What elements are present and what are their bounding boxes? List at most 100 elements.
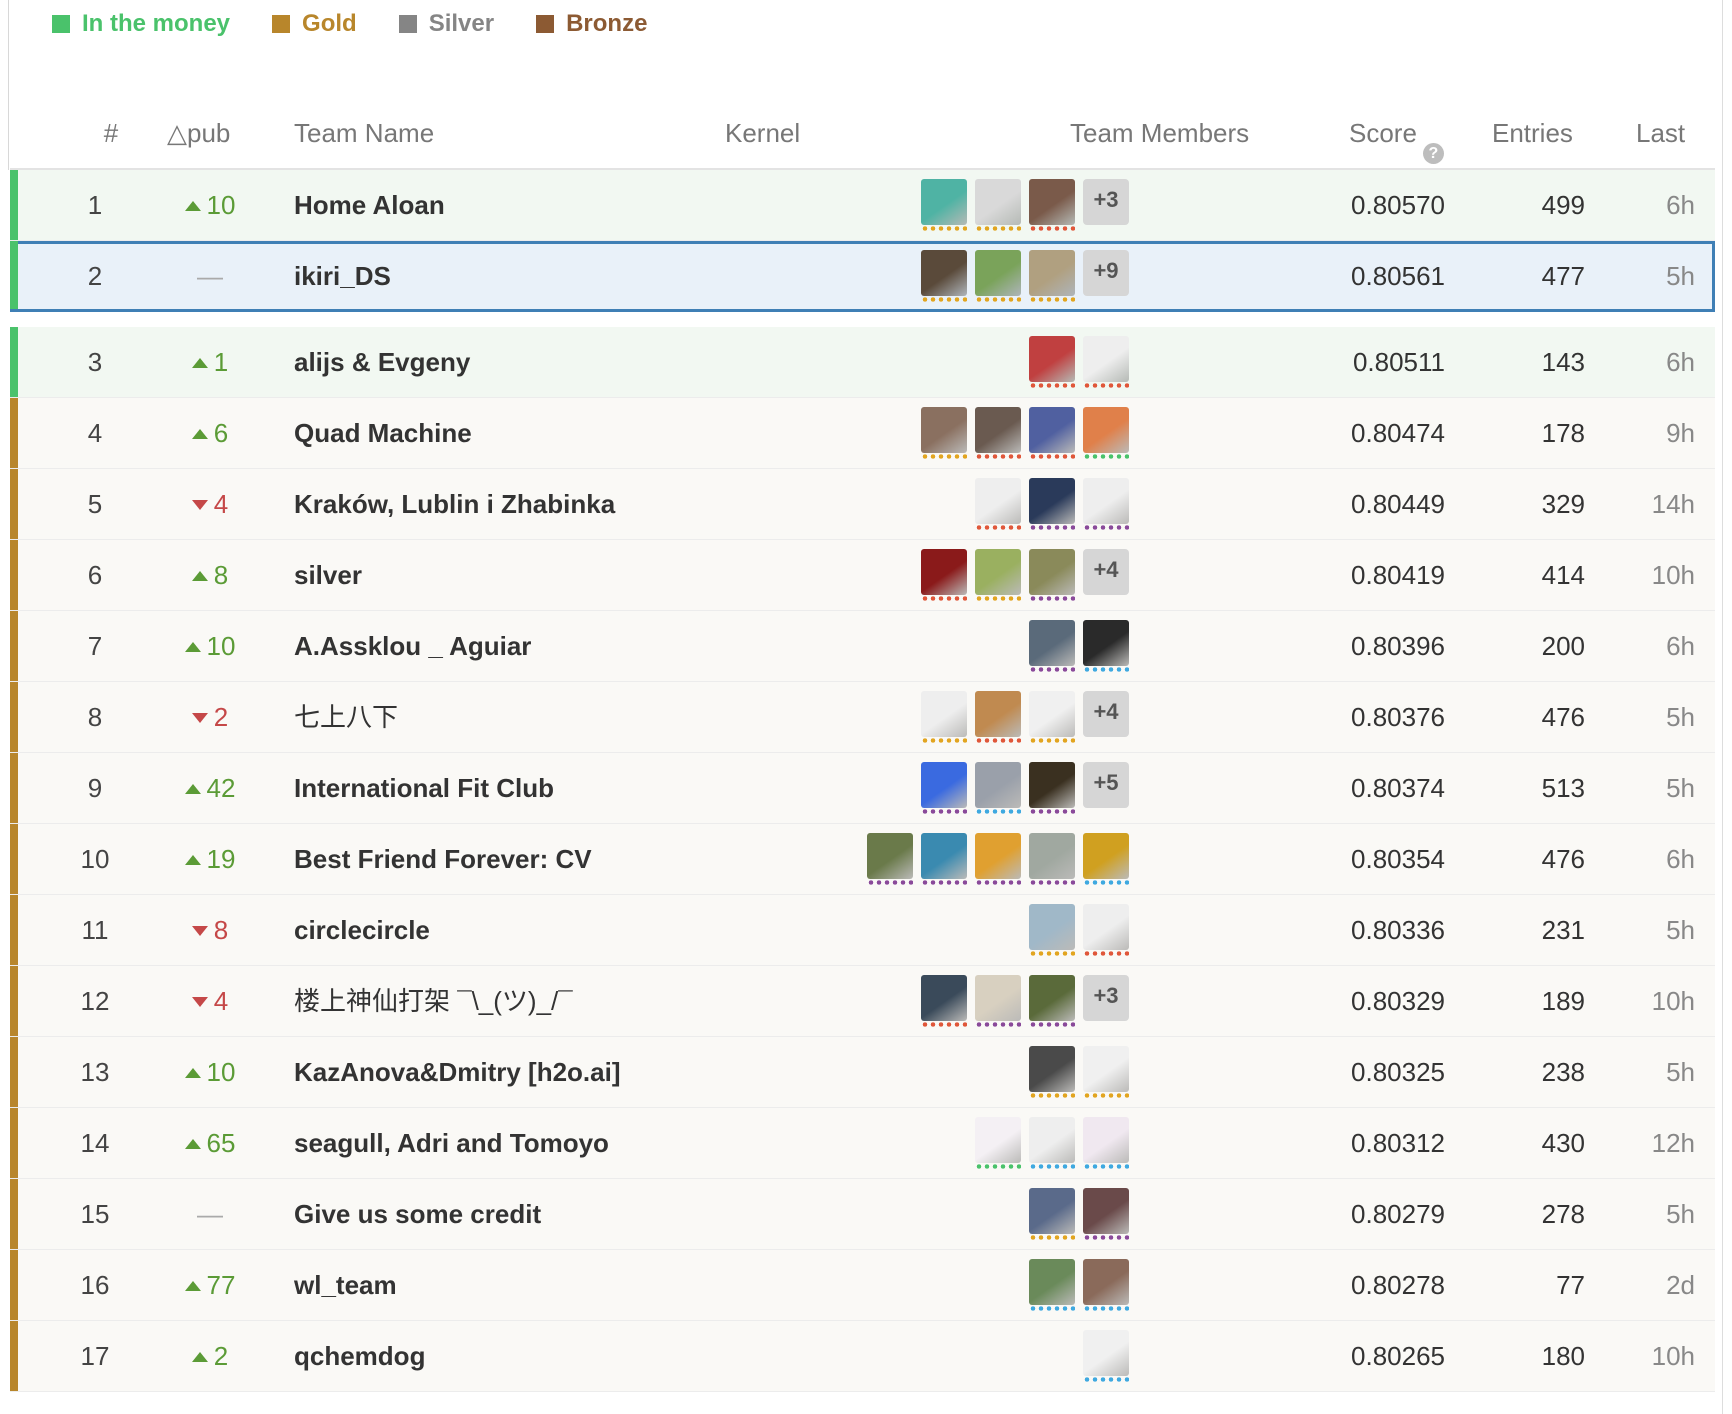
member-avatar[interactable] bbox=[1083, 336, 1129, 382]
team-member[interactable] bbox=[921, 179, 967, 231]
more-members-badge[interactable]: +3 bbox=[1083, 179, 1129, 225]
team-member[interactable] bbox=[975, 975, 1021, 1027]
team-name[interactable]: 楼上神仙打架 ¯\_(ツ)_/¯ bbox=[294, 966, 573, 1036]
team-member[interactable] bbox=[1083, 478, 1129, 530]
team-name[interactable]: Give us some credit bbox=[294, 1179, 541, 1249]
member-avatar[interactable] bbox=[1083, 1117, 1129, 1163]
member-avatar[interactable] bbox=[975, 833, 1021, 879]
member-avatar[interactable] bbox=[1029, 407, 1075, 453]
team-member[interactable] bbox=[1029, 1188, 1075, 1240]
member-avatar[interactable] bbox=[1029, 1188, 1075, 1234]
team-name[interactable]: Kraków, Lublin i Zhabinka bbox=[294, 469, 615, 539]
member-avatar[interactable] bbox=[1083, 407, 1129, 453]
member-avatar[interactable] bbox=[975, 407, 1021, 453]
team-name[interactable]: alijs & Evgeny bbox=[294, 327, 470, 397]
more-members-badge[interactable]: +5 bbox=[1083, 762, 1129, 808]
member-avatar[interactable] bbox=[1029, 478, 1075, 524]
leaderboard-row[interactable]: 7 10 A.Assklou _ Aguiar 0.80396 200 6h bbox=[10, 611, 1715, 682]
team-member[interactable] bbox=[1029, 904, 1075, 956]
help-icon[interactable]: ? bbox=[1422, 142, 1444, 164]
more-members-badge[interactable]: +9 bbox=[1083, 250, 1129, 296]
team-name[interactable]: ikiri_DS bbox=[294, 241, 391, 311]
team-name[interactable]: circlecircle bbox=[294, 895, 430, 965]
team-member[interactable] bbox=[1029, 407, 1075, 459]
member-avatar[interactable] bbox=[1029, 1259, 1075, 1305]
member-avatar[interactable] bbox=[1083, 478, 1129, 524]
team-name[interactable]: silver bbox=[294, 540, 362, 610]
team-member[interactable] bbox=[921, 549, 967, 601]
team-name[interactable]: 七上八下 bbox=[294, 682, 398, 752]
team-name[interactable]: seagull, Adri and Tomoyo bbox=[294, 1108, 609, 1178]
team-member[interactable] bbox=[1083, 407, 1129, 459]
leaderboard-row[interactable]: 12 4 楼上神仙打架 ¯\_(ツ)_/¯ +3 0.80329 189 10h bbox=[10, 966, 1715, 1037]
team-member[interactable] bbox=[921, 407, 967, 459]
more-members-badge[interactable]: +3 bbox=[1083, 975, 1129, 1021]
member-avatar[interactable] bbox=[1029, 762, 1075, 808]
member-avatar[interactable] bbox=[921, 975, 967, 1021]
team-member[interactable] bbox=[975, 1117, 1021, 1169]
leaderboard-row[interactable]: 11 8 circlecircle 0.80336 231 5h bbox=[10, 895, 1715, 966]
member-avatar[interactable] bbox=[1029, 336, 1075, 382]
team-member[interactable] bbox=[1083, 1188, 1129, 1240]
member-avatar[interactable] bbox=[1083, 833, 1129, 879]
more-members-badge[interactable]: +4 bbox=[1083, 549, 1129, 595]
score-header[interactable]: Score? bbox=[1349, 118, 1444, 164]
team-member[interactable] bbox=[921, 833, 967, 885]
member-avatar[interactable] bbox=[921, 407, 967, 453]
team-name[interactable]: A.Assklou _ Aguiar bbox=[294, 611, 531, 681]
team-member[interactable] bbox=[1029, 1046, 1075, 1098]
member-avatar[interactable] bbox=[975, 762, 1021, 808]
team-member[interactable] bbox=[975, 250, 1021, 302]
team-member[interactable] bbox=[1083, 904, 1129, 956]
member-avatar[interactable] bbox=[1083, 1188, 1129, 1234]
member-avatar[interactable] bbox=[1029, 179, 1075, 225]
member-avatar[interactable] bbox=[975, 975, 1021, 1021]
team-member[interactable] bbox=[1029, 1259, 1075, 1311]
member-avatar[interactable] bbox=[975, 250, 1021, 296]
team-name[interactable]: Best Friend Forever: CV bbox=[294, 824, 592, 894]
member-avatar[interactable] bbox=[1083, 904, 1129, 950]
leaderboard-row[interactable]: 5 4 Kraków, Lublin i Zhabinka 0.80449 329 14h bbox=[10, 469, 1715, 540]
team-member[interactable] bbox=[975, 549, 1021, 601]
team-member[interactable] bbox=[867, 833, 913, 885]
member-avatar[interactable] bbox=[1083, 620, 1129, 666]
member-avatar[interactable] bbox=[921, 833, 967, 879]
member-avatar[interactable] bbox=[921, 179, 967, 225]
member-avatar[interactable] bbox=[975, 1117, 1021, 1163]
team-member[interactable] bbox=[975, 833, 1021, 885]
team-member[interactable] bbox=[1029, 691, 1075, 743]
team-member[interactable] bbox=[1029, 833, 1075, 885]
team-member[interactable] bbox=[1083, 620, 1129, 672]
leaderboard-row[interactable]: 8 2 七上八下 +4 0.80376 476 5h bbox=[10, 682, 1715, 753]
leaderboard-row[interactable]: 2 — ikiri_DS +9 0.80561 477 5h bbox=[10, 241, 1715, 312]
member-avatar[interactable] bbox=[1029, 691, 1075, 737]
member-avatar[interactable] bbox=[1029, 549, 1075, 595]
kernel-header[interactable]: Kernel bbox=[725, 118, 800, 149]
member-avatar[interactable] bbox=[1029, 1117, 1075, 1163]
team-member[interactable] bbox=[1029, 179, 1075, 231]
leaderboard-row[interactable]: 4 6 Quad Machine 0.80474 178 9h bbox=[10, 398, 1715, 469]
leaderboard-row[interactable]: 16 77 wl_team 0.80278 77 2d bbox=[10, 1250, 1715, 1321]
member-avatar[interactable] bbox=[921, 250, 967, 296]
team-name[interactable]: International Fit Club bbox=[294, 753, 554, 823]
team-member[interactable] bbox=[921, 762, 967, 814]
member-avatar[interactable] bbox=[921, 762, 967, 808]
team-member[interactable] bbox=[1083, 1046, 1129, 1098]
member-avatar[interactable] bbox=[975, 478, 1021, 524]
team-member[interactable] bbox=[975, 691, 1021, 743]
team-name[interactable]: wl_team bbox=[294, 1250, 397, 1320]
team-member[interactable] bbox=[1083, 1259, 1129, 1311]
member-avatar[interactable] bbox=[975, 691, 1021, 737]
member-avatar[interactable] bbox=[975, 179, 1021, 225]
team-member[interactable] bbox=[1029, 250, 1075, 302]
delta-header[interactable]: △pub bbox=[167, 118, 230, 149]
leaderboard-row[interactable]: 14 65 seagull, Adri and Tomoyo 0.80312 430 12… bbox=[10, 1108, 1715, 1179]
team-member[interactable] bbox=[921, 691, 967, 743]
team-name[interactable]: Home Aloan bbox=[294, 170, 445, 240]
member-avatar[interactable] bbox=[1029, 250, 1075, 296]
member-avatar[interactable] bbox=[921, 691, 967, 737]
team-member[interactable] bbox=[1083, 336, 1129, 388]
team-name[interactable]: KazAnova&Dmitry [h2o.ai] bbox=[294, 1037, 621, 1107]
team-member[interactable] bbox=[975, 762, 1021, 814]
team-member[interactable] bbox=[921, 250, 967, 302]
